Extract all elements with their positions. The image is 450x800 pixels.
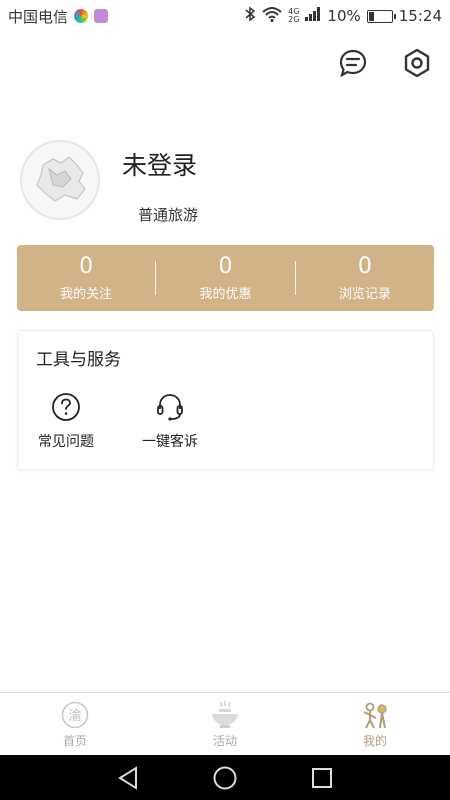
activity-hotpot-icon [209,700,241,730]
question-icon [50,391,82,423]
svg-text:渝: 渝 [68,708,81,724]
recents-square-icon [311,767,332,788]
settings-button[interactable] [400,48,434,82]
nav-label: 活动 [212,733,237,748]
status-right: 4G 2G 10% 15:24 [244,6,442,26]
divider [294,261,296,295]
bluetooth-icon [244,6,256,26]
status-bar: 中国电信 4G 2G 10% 15:24 [0,0,450,32]
headset-icon [154,391,186,423]
tool-label: 常见问题 [38,434,94,450]
nav-label: 首页 [62,733,87,748]
home-circle-icon [213,766,237,789]
settings-icon [402,48,432,82]
clock: 15:24 [398,7,442,25]
carrier-name: 中国电信 [8,7,69,26]
battery-icon [366,9,396,23]
avatar[interactable] [20,140,100,220]
signal-icon [305,7,321,25]
profile-text: 未登录 普通旅游 [122,146,198,225]
tool-faq[interactable]: 常见问题 [38,391,94,451]
stat-label: 我的关注 [60,286,113,302]
home-yu-icon: 渝 [59,700,91,730]
nav-mine[interactable]: 我的 [300,693,450,755]
stat-label: 我的优惠 [199,286,252,302]
message-button[interactable] [336,48,370,82]
recents-button[interactable] [307,763,337,793]
back-triangle-icon [118,765,138,790]
stat-coupons[interactable]: 0 我的优惠 [156,245,294,311]
network-type-bottom: 2G [288,15,300,24]
mine-icon [359,700,391,730]
gallery-notification-icon [94,9,109,23]
tools-card: 工具与服务 常见问题 一键客诉 [17,330,434,470]
home-button[interactable] [210,763,240,793]
tools-title: 工具与服务 [36,350,121,370]
nav-activity[interactable]: 活动 [150,693,300,755]
stat-label: 浏览记录 [338,286,391,302]
stat-history[interactable]: 0 浏览记录 [296,245,434,311]
user-level: 普通旅游 [138,206,199,224]
network-type: 4G 2G [288,8,299,24]
tool-complaint[interactable]: 一键客诉 [142,391,198,451]
map-silhouette-icon [36,156,86,202]
app-notification-icon [74,9,89,23]
system-nav-bar [0,755,450,800]
stat-follows[interactable]: 0 我的关注 [17,245,155,311]
stat-value: 0 [357,253,372,279]
divider [155,261,157,295]
stats-bar: 0 我的关注 0 我的优惠 0 浏览记录 [17,245,434,311]
message-icon [338,48,368,82]
wifi-icon [262,6,282,26]
nav-label: 我的 [362,733,387,748]
top-actions [336,48,434,82]
login-status[interactable]: 未登录 [122,146,198,182]
stat-value: 0 [79,253,94,279]
nav-home[interactable]: 渝 首页 [0,693,150,755]
battery-percent: 10% [327,7,361,25]
profile-section[interactable]: 未登录 普通旅游 [20,140,198,225]
tool-label: 一键客诉 [142,434,198,450]
back-button[interactable] [113,763,143,793]
bottom-nav: 渝 首页 活动 我的 [0,692,450,755]
status-left: 中国电信 [8,6,109,27]
stat-value: 0 [218,253,233,279]
